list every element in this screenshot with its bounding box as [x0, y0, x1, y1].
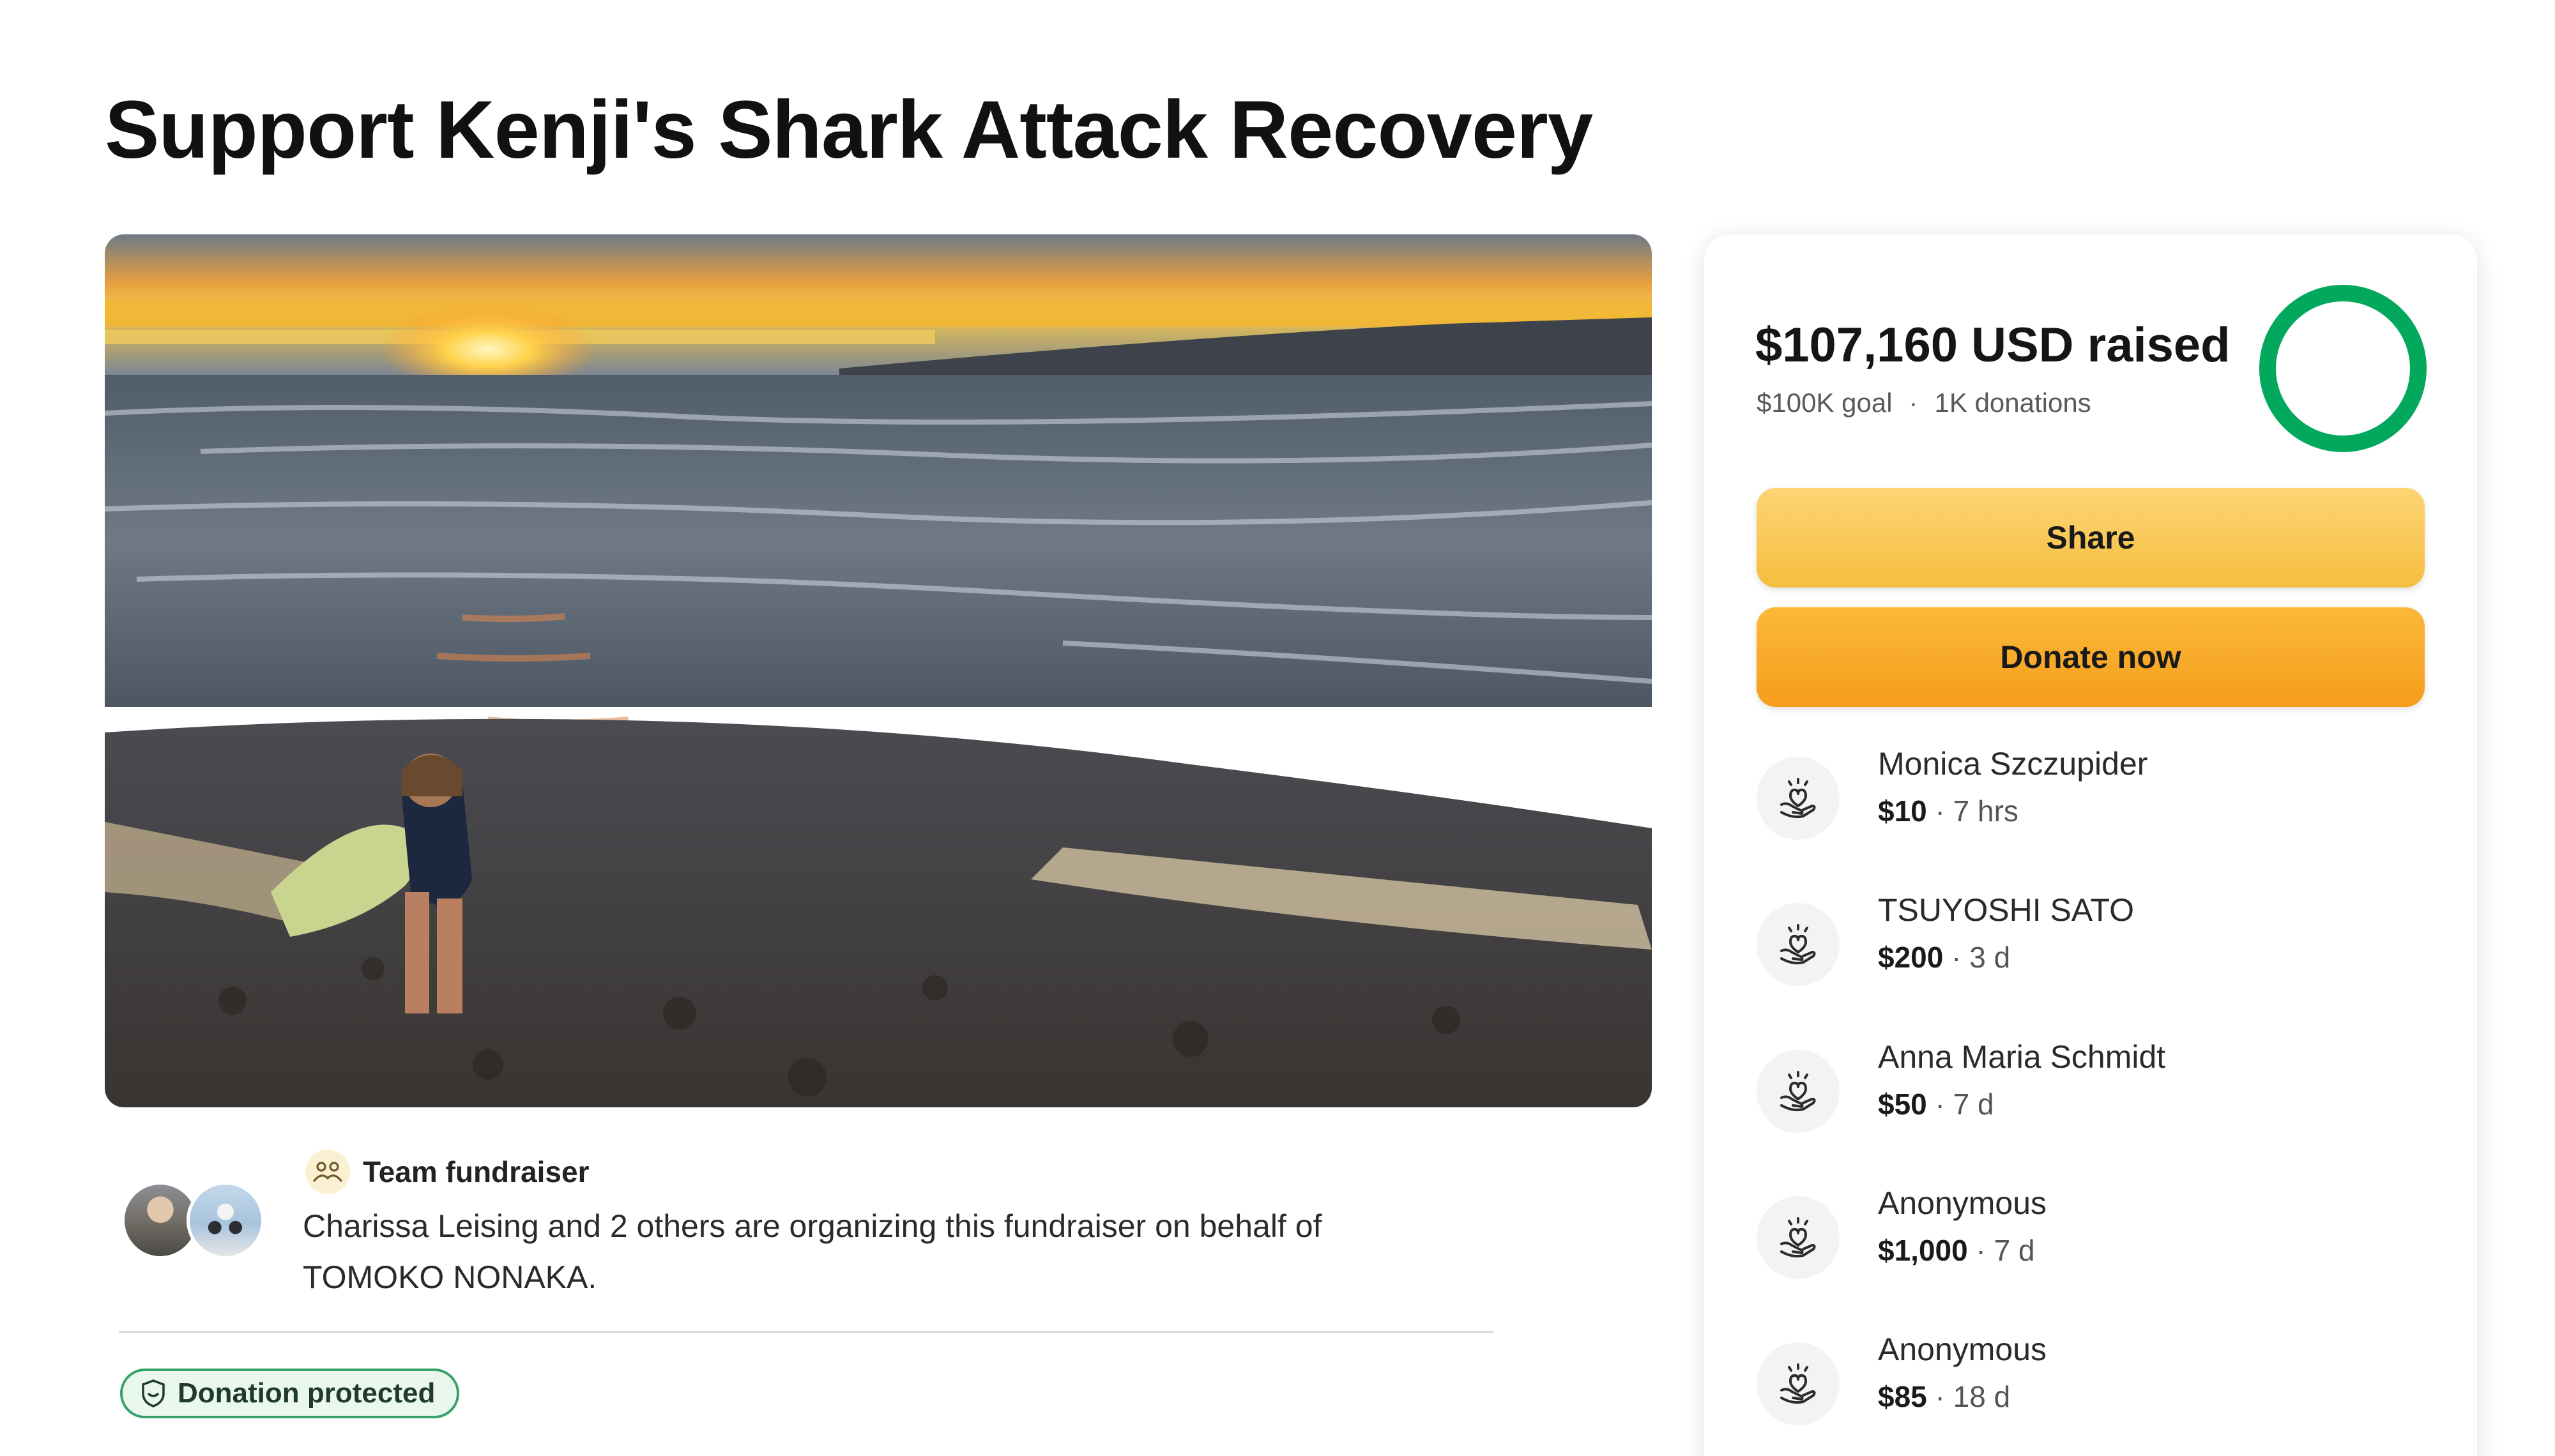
donation-time: · 7 d: [1935, 1088, 1994, 1121]
progress-ring-fill: [2259, 285, 2427, 452]
team-fundraiser-label: Team fundraiser: [363, 1155, 590, 1188]
donation-item[interactable]: Anonymous $85 · 18 d: [1757, 1331, 2425, 1446]
fundraiser-page: Support Kenji's Shark Attack Recovery Te…: [0, 0, 2555, 1456]
donate-now-button[interactable]: Donate now: [1757, 607, 2425, 707]
donation-count: 1K donations: [1934, 388, 2091, 418]
share-button[interactable]: Share: [1757, 488, 2425, 588]
donation-amount: $50: [1878, 1088, 1927, 1121]
page-title: Support Kenji's Shark Attack Recovery: [105, 84, 1593, 176]
heart-hand-icon: [1757, 903, 1840, 986]
separator-dot: ·: [1909, 388, 1918, 418]
donation-protected-label: Donation protected: [178, 1377, 436, 1409]
heart-hand-icon: [1757, 1342, 1840, 1425]
donation-amount: $1,000: [1878, 1234, 1968, 1267]
heart-hand-icon: [1757, 1196, 1840, 1279]
heart-hand-icon: [1757, 1050, 1840, 1133]
heart-hand-icon: [1757, 757, 1840, 840]
goal-amount: $100K goal: [1757, 388, 1893, 418]
donation-time: · 3 d: [1951, 941, 2011, 974]
donor-name: Monica Szczupider: [1878, 746, 2148, 782]
donor-name: Anonymous: [1878, 1331, 2047, 1367]
donation-panel: $107,160 USD raised $100K goal · 1K donati…: [1704, 234, 2477, 1456]
donor-name: Anonymous: [1878, 1185, 2047, 1221]
donation-meta: $85 · 18 d: [1878, 1379, 2010, 1414]
donation-item[interactable]: TSUYOSHI SATO $200 · 3 d: [1757, 891, 2425, 1006]
donation-time: · 7 hrs: [1935, 794, 2018, 828]
donation-item[interactable]: Anna Maria Schmidt $50 · 7 d: [1757, 1038, 2425, 1153]
donation-meta: $200 · 3 d: [1878, 940, 2010, 974]
shield-icon: [142, 1379, 165, 1407]
progress-ring: [2259, 285, 2427, 452]
donation-meta: $50 · 7 d: [1878, 1087, 1994, 1121]
donation-meta: $10 · 7 hrs: [1878, 794, 2018, 828]
donor-name: TSUYOSHI SATO: [1878, 892, 2135, 928]
cover-photo[interactable]: [105, 234, 1652, 1107]
goal-summary: $100K goal · 1K donations: [1757, 388, 2091, 418]
organizer-description: Charissa Leising and 2 others are organi…: [303, 1208, 1322, 1295]
donor-name: Anna Maria Schmidt: [1878, 1039, 2166, 1075]
donation-amount: $10: [1878, 794, 1927, 828]
amount-raised: $107,160 USD raised: [1755, 318, 2231, 372]
donation-time: · 18 d: [1935, 1380, 2011, 1413]
donation-amount: $200: [1878, 941, 1944, 974]
donation-item[interactable]: Anonymous $1,000 · 7 d: [1757, 1185, 2425, 1300]
team-icon: [305, 1149, 350, 1194]
donation-amount: $85: [1878, 1380, 1927, 1413]
beach-sunset-image: [105, 234, 1652, 1107]
organizer-avatars[interactable]: [121, 1180, 275, 1263]
donation-time: · 7 d: [1976, 1234, 2035, 1267]
donation-protected-badge[interactable]: Donation protected: [120, 1369, 460, 1418]
organizer-avatar[interactable]: [187, 1181, 264, 1259]
team-fundraiser-row: Team fundraiser: [305, 1149, 589, 1194]
donation-meta: $1,000 · 7 d: [1878, 1233, 2035, 1268]
donation-item[interactable]: Monica Szczupider $10 · 7 hrs: [1757, 745, 2425, 860]
divider: [119, 1331, 1493, 1333]
